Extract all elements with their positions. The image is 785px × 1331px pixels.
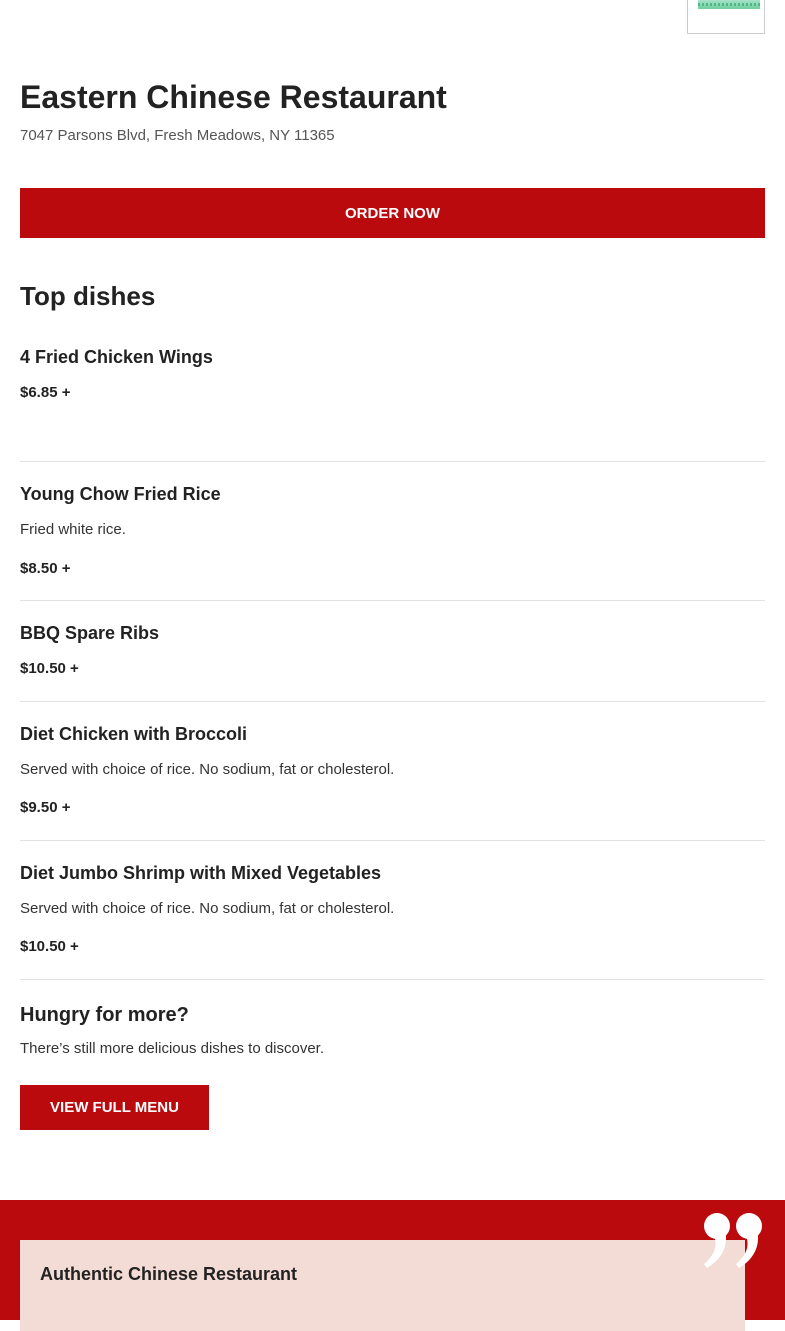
dish-name: Diet Jumbo Shrimp with Mixed Vegetables	[20, 863, 382, 883]
logo-detail	[698, 3, 760, 6]
restaurant-address: 7047 Parsons Blvd, Fresh Meadows, NY 113…	[20, 127, 335, 144]
restaurant-logo[interactable]	[687, 0, 765, 34]
dish-price: $10.50 +	[20, 938, 79, 955]
review-card: Authentic Chinese Restaurant	[20, 1240, 745, 1331]
hungry-for-more-heading: Hungry for more?	[20, 1004, 189, 1026]
dish-description: Fried white rice.	[20, 521, 126, 538]
quote-icon	[704, 1213, 762, 1268]
dish-name: BBQ Spare Ribs	[20, 623, 160, 643]
divider	[20, 840, 765, 841]
hungry-for-more-text: There’s still more delicious dishes to d…	[20, 1040, 325, 1057]
view-full-menu-button[interactable]: VIEW FULL MENU	[20, 1085, 209, 1130]
dish-name: Young Chow Fried Rice	[20, 484, 221, 504]
dish-name: Diet Chicken with Broccoli	[20, 724, 248, 744]
divider	[20, 461, 765, 462]
dish-price: $10.50 +	[20, 660, 79, 677]
order-now-button[interactable]: ORDER NOW	[20, 188, 765, 238]
dish-name: 4 Fried Chicken Wings	[20, 347, 213, 367]
top-dishes-heading: Top dishes	[20, 281, 156, 311]
restaurant-name: Eastern Chinese Restaurant	[20, 79, 447, 115]
divider	[20, 600, 765, 601]
dish-price: $9.50 +	[20, 799, 71, 816]
dish-price: $8.50 +	[20, 560, 71, 577]
divider	[20, 979, 765, 980]
dish-price: $6.85 +	[20, 384, 71, 401]
review-title: Authentic Chinese Restaurant	[40, 1264, 298, 1284]
dish-description: Served with choice of rice. No sodium, f…	[20, 900, 395, 917]
divider	[20, 701, 765, 702]
dish-description: Served with choice of rice. No sodium, f…	[20, 761, 395, 778]
